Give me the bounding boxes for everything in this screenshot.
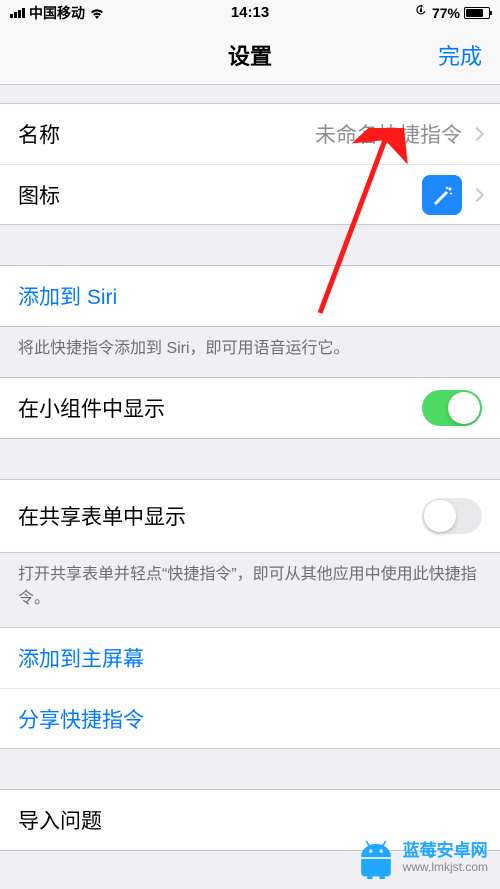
shortcut-icon xyxy=(422,175,462,215)
add-home-cell[interactable]: 添加到主屏幕 xyxy=(0,628,500,688)
group-widget: 在小组件中显示 xyxy=(0,377,500,439)
nav-bar: 设置 完成 xyxy=(0,25,500,85)
group-share-sheet: 在共享表单中显示 xyxy=(0,479,500,553)
share-shortcut-label: 分享快捷指令 xyxy=(18,704,144,734)
add-to-siri-label: 添加到 Siri xyxy=(18,281,117,311)
watermark: 蓝莓安卓网 www.lmkjst.com xyxy=(355,837,488,879)
import-label: 导入问题 xyxy=(18,805,102,835)
wand-icon xyxy=(430,183,454,207)
widget-label: 在小组件中显示 xyxy=(18,393,165,423)
name-label: 名称 xyxy=(18,119,60,149)
icon-label: 图标 xyxy=(18,180,60,210)
share-sheet-footer: 打开共享表单并轻点“快捷指令”，即可从其他应用中使用此快捷指令。 xyxy=(0,553,500,627)
group-basic: 名称 未命名快捷指令 图标 xyxy=(0,103,500,225)
carrier-label: 中国移动 xyxy=(29,3,85,23)
share-shortcut-cell[interactable]: 分享快捷指令 xyxy=(0,688,500,748)
add-to-siri-cell[interactable]: 添加到 Siri xyxy=(0,266,500,326)
status-time: 14:13 xyxy=(231,4,269,21)
wifi-icon xyxy=(89,7,105,19)
add-home-label: 添加到主屏幕 xyxy=(18,643,144,673)
chevron-right-icon xyxy=(470,127,484,141)
widget-toggle[interactable] xyxy=(422,390,482,426)
group-siri: 添加到 Siri xyxy=(0,265,500,327)
status-left: 中国移动 xyxy=(10,3,105,23)
icon-cell[interactable]: 图标 xyxy=(0,164,500,224)
battery-percent: 77% xyxy=(432,5,460,21)
done-button[interactable]: 完成 xyxy=(438,39,482,71)
group-actions: 添加到主屏幕 分享快捷指令 xyxy=(0,627,500,749)
orientation-lock-icon xyxy=(414,4,428,21)
name-cell[interactable]: 名称 未命名快捷指令 xyxy=(0,104,500,164)
watermark-name: 蓝莓安卓网 xyxy=(403,841,488,861)
status-bar: 中国移动 14:13 77% xyxy=(0,0,500,25)
battery-icon xyxy=(464,7,490,19)
name-value: 未命名快捷指令 xyxy=(315,119,462,149)
status-right: 77% xyxy=(414,4,490,21)
chevron-right-icon xyxy=(470,187,484,201)
share-sheet-toggle[interactable] xyxy=(422,498,482,534)
android-icon xyxy=(355,837,397,879)
share-sheet-label: 在共享表单中显示 xyxy=(18,501,186,531)
page-title: 设置 xyxy=(228,39,272,71)
share-sheet-cell: 在共享表单中显示 xyxy=(0,480,500,552)
watermark-url: www.lmkjst.com xyxy=(403,861,488,875)
widget-cell: 在小组件中显示 xyxy=(0,378,500,438)
siri-footer: 将此快捷指令添加到 Siri，即可用语音运行它。 xyxy=(0,327,500,377)
signal-icon xyxy=(10,7,25,18)
